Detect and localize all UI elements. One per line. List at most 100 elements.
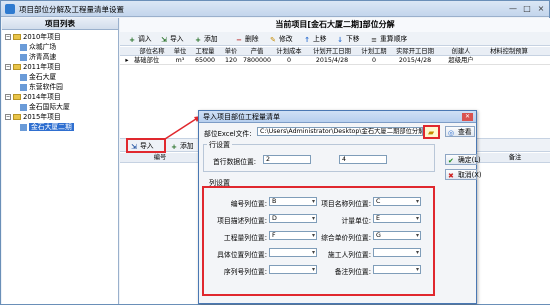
- col-select[interactable]: [373, 265, 421, 274]
- browse-button[interactable]: ▰: [423, 125, 440, 139]
- app-window: 项目部位分解及工程量清单设置 — □ × 项目列表 −2010年项目 众城广场 …: [0, 0, 550, 305]
- column-header: 计划开工日期: [313, 48, 351, 55]
- project-icon: [20, 43, 27, 51]
- column-header: 编号: [153, 154, 167, 161]
- col-select[interactable]: G: [373, 231, 421, 240]
- cancel-button[interactable]: ✖ 取消(X): [445, 169, 482, 180]
- dialog-title: 导入项目部位工程量清单 ✕: [199, 111, 476, 123]
- first-row-input[interactable]: 2: [263, 155, 311, 164]
- folder-open-icon: ▰: [428, 128, 435, 137]
- column-header: 实际开工日期: [396, 48, 434, 55]
- col-label: 综合单价列位置:: [321, 234, 371, 242]
- project-icon: [20, 53, 27, 61]
- tree-group-2010[interactable]: −2010年项目: [5, 32, 61, 42]
- arrow-up-icon: ↑: [304, 36, 310, 44]
- column-header: 产值: [250, 48, 264, 55]
- table-row[interactable]: ▸ 基础部位 m³ 65000 120 7800000 0 2015/4/28 …: [120, 56, 550, 65]
- project-sidebar: 项目列表 −2010年项目 众城广场 济青高速 −2011年项目 金石大厦 东营…: [2, 18, 119, 304]
- add-icon: +: [195, 36, 201, 44]
- column-header: 单价: [224, 48, 238, 55]
- column-header: 材料控制预算: [490, 48, 528, 55]
- last-row-input[interactable]: 4: [339, 155, 387, 164]
- col-label: 编号列位置:: [230, 200, 267, 208]
- page-title: 当前项目[金石大厦二期]部位分解: [120, 18, 550, 32]
- col-select[interactable]: [373, 248, 421, 257]
- add-button[interactable]: + 添加: [194, 34, 218, 45]
- tree-group-2015[interactable]: −2015年项目: [5, 112, 61, 122]
- table-cell: 2015/4/28: [315, 57, 349, 64]
- collapse-icon[interactable]: −: [5, 34, 11, 40]
- file-path-input[interactable]: C:\Users\Administrator\Desktop\金石大厦二期部位分…: [257, 127, 423, 136]
- collapse-icon[interactable]: −: [5, 114, 11, 120]
- tree-item-zhongcheng[interactable]: 众城广场: [20, 42, 56, 52]
- close-button[interactable]: ×: [535, 4, 547, 14]
- column-header: 工程量: [195, 48, 215, 55]
- col-select[interactable]: E: [373, 214, 421, 223]
- col-label: 项目名称列位置:: [321, 200, 371, 208]
- reorder-icon: ≡: [371, 36, 377, 44]
- table-cell: 7800000: [242, 57, 272, 64]
- column-header: 单位: [173, 48, 187, 55]
- table-cell: 0: [371, 57, 376, 64]
- column-header: 创建人: [451, 48, 471, 55]
- maximize-button[interactable]: □: [521, 4, 533, 14]
- confirm-button[interactable]: ✔ 确定(L): [445, 154, 481, 165]
- col-label: 项目描述列位置:: [217, 217, 267, 225]
- project-icon: [20, 83, 27, 91]
- table-cell: 超级用户: [448, 57, 474, 64]
- table-cell: 120: [224, 57, 238, 64]
- table-cell: m³: [175, 57, 185, 64]
- col-select[interactable]: [269, 248, 317, 257]
- sidebar-title: 项目列表: [2, 18, 118, 30]
- file-label: 部位Excel文件:: [204, 130, 252, 138]
- import-highlight: [126, 138, 166, 153]
- import-button[interactable]: ⇲ 导入: [160, 34, 184, 45]
- tree-item-jiqing[interactable]: 济青高速: [20, 52, 56, 62]
- view-button[interactable]: ◎ 查看: [445, 126, 475, 137]
- project-icon: [20, 103, 27, 111]
- col-label: 具体位置列位置:: [217, 251, 267, 259]
- row-settings-title: 行设置: [207, 140, 232, 150]
- main-toolbar: + 调入 ⇲ 导入 + 添加 − 删除 ✎ 修改 ↑ 上移 ↓ 下移 ≡ 重算顺序: [120, 32, 550, 46]
- reorder-button[interactable]: ≡ 重算顺序: [370, 34, 407, 45]
- tree-group-2014[interactable]: −2014年项目: [5, 92, 61, 102]
- move-down-button[interactable]: ↓ 下移: [336, 34, 360, 45]
- col-select[interactable]: [269, 265, 317, 274]
- add-icon: +: [171, 143, 177, 151]
- table-cell: 2015/4/28: [398, 57, 432, 64]
- tree-item-jinshi-intl[interactable]: 金石国际大厦: [20, 102, 70, 112]
- tree-group-2011[interactable]: −2011年项目: [5, 62, 61, 72]
- tree-item-jinshi-phase2[interactable]: 金石大厦二期: [20, 122, 74, 132]
- col-select[interactable]: B: [269, 197, 317, 206]
- row-pointer-icon: ▸: [125, 57, 129, 64]
- minimize-button[interactable]: —: [507, 4, 519, 14]
- collapse-icon[interactable]: −: [5, 64, 11, 70]
- project-icon: [20, 73, 27, 81]
- move-up-button[interactable]: ↑ 上移: [303, 34, 327, 45]
- delete-icon: −: [236, 36, 242, 44]
- col-label: 计量单位:: [341, 217, 371, 225]
- table-cell: 0: [286, 57, 291, 64]
- window-title: 项目部位分解及工程量清单设置: [19, 5, 124, 14]
- edit-button[interactable]: ✎ 修改: [269, 34, 293, 45]
- column-header: 计划成本: [276, 48, 302, 55]
- project-icon: [20, 123, 27, 131]
- column-header: 计划工期: [361, 48, 387, 55]
- plus-icon: +: [129, 36, 135, 44]
- col-label: 施工人列位置:: [327, 251, 371, 259]
- tree-item-dongying[interactable]: 东营软件园: [20, 82, 63, 92]
- check-icon: ✔: [448, 157, 454, 165]
- view-icon: ◎: [448, 129, 455, 137]
- folder-icon: [13, 34, 21, 40]
- column-header: 备注: [508, 154, 522, 161]
- tree-item-jinshi[interactable]: 金石大厦: [20, 72, 56, 82]
- delete-button[interactable]: − 删除: [235, 34, 259, 45]
- import-in-button[interactable]: + 调入: [128, 34, 152, 45]
- col-label: 备注列位置:: [334, 268, 371, 276]
- col-select[interactable]: F: [269, 231, 317, 240]
- col-select[interactable]: D: [269, 214, 317, 223]
- collapse-icon[interactable]: −: [5, 94, 11, 100]
- col-select[interactable]: C: [373, 197, 421, 206]
- dialog-close-icon[interactable]: ✕: [462, 113, 473, 121]
- cancel-icon: ✖: [448, 172, 454, 180]
